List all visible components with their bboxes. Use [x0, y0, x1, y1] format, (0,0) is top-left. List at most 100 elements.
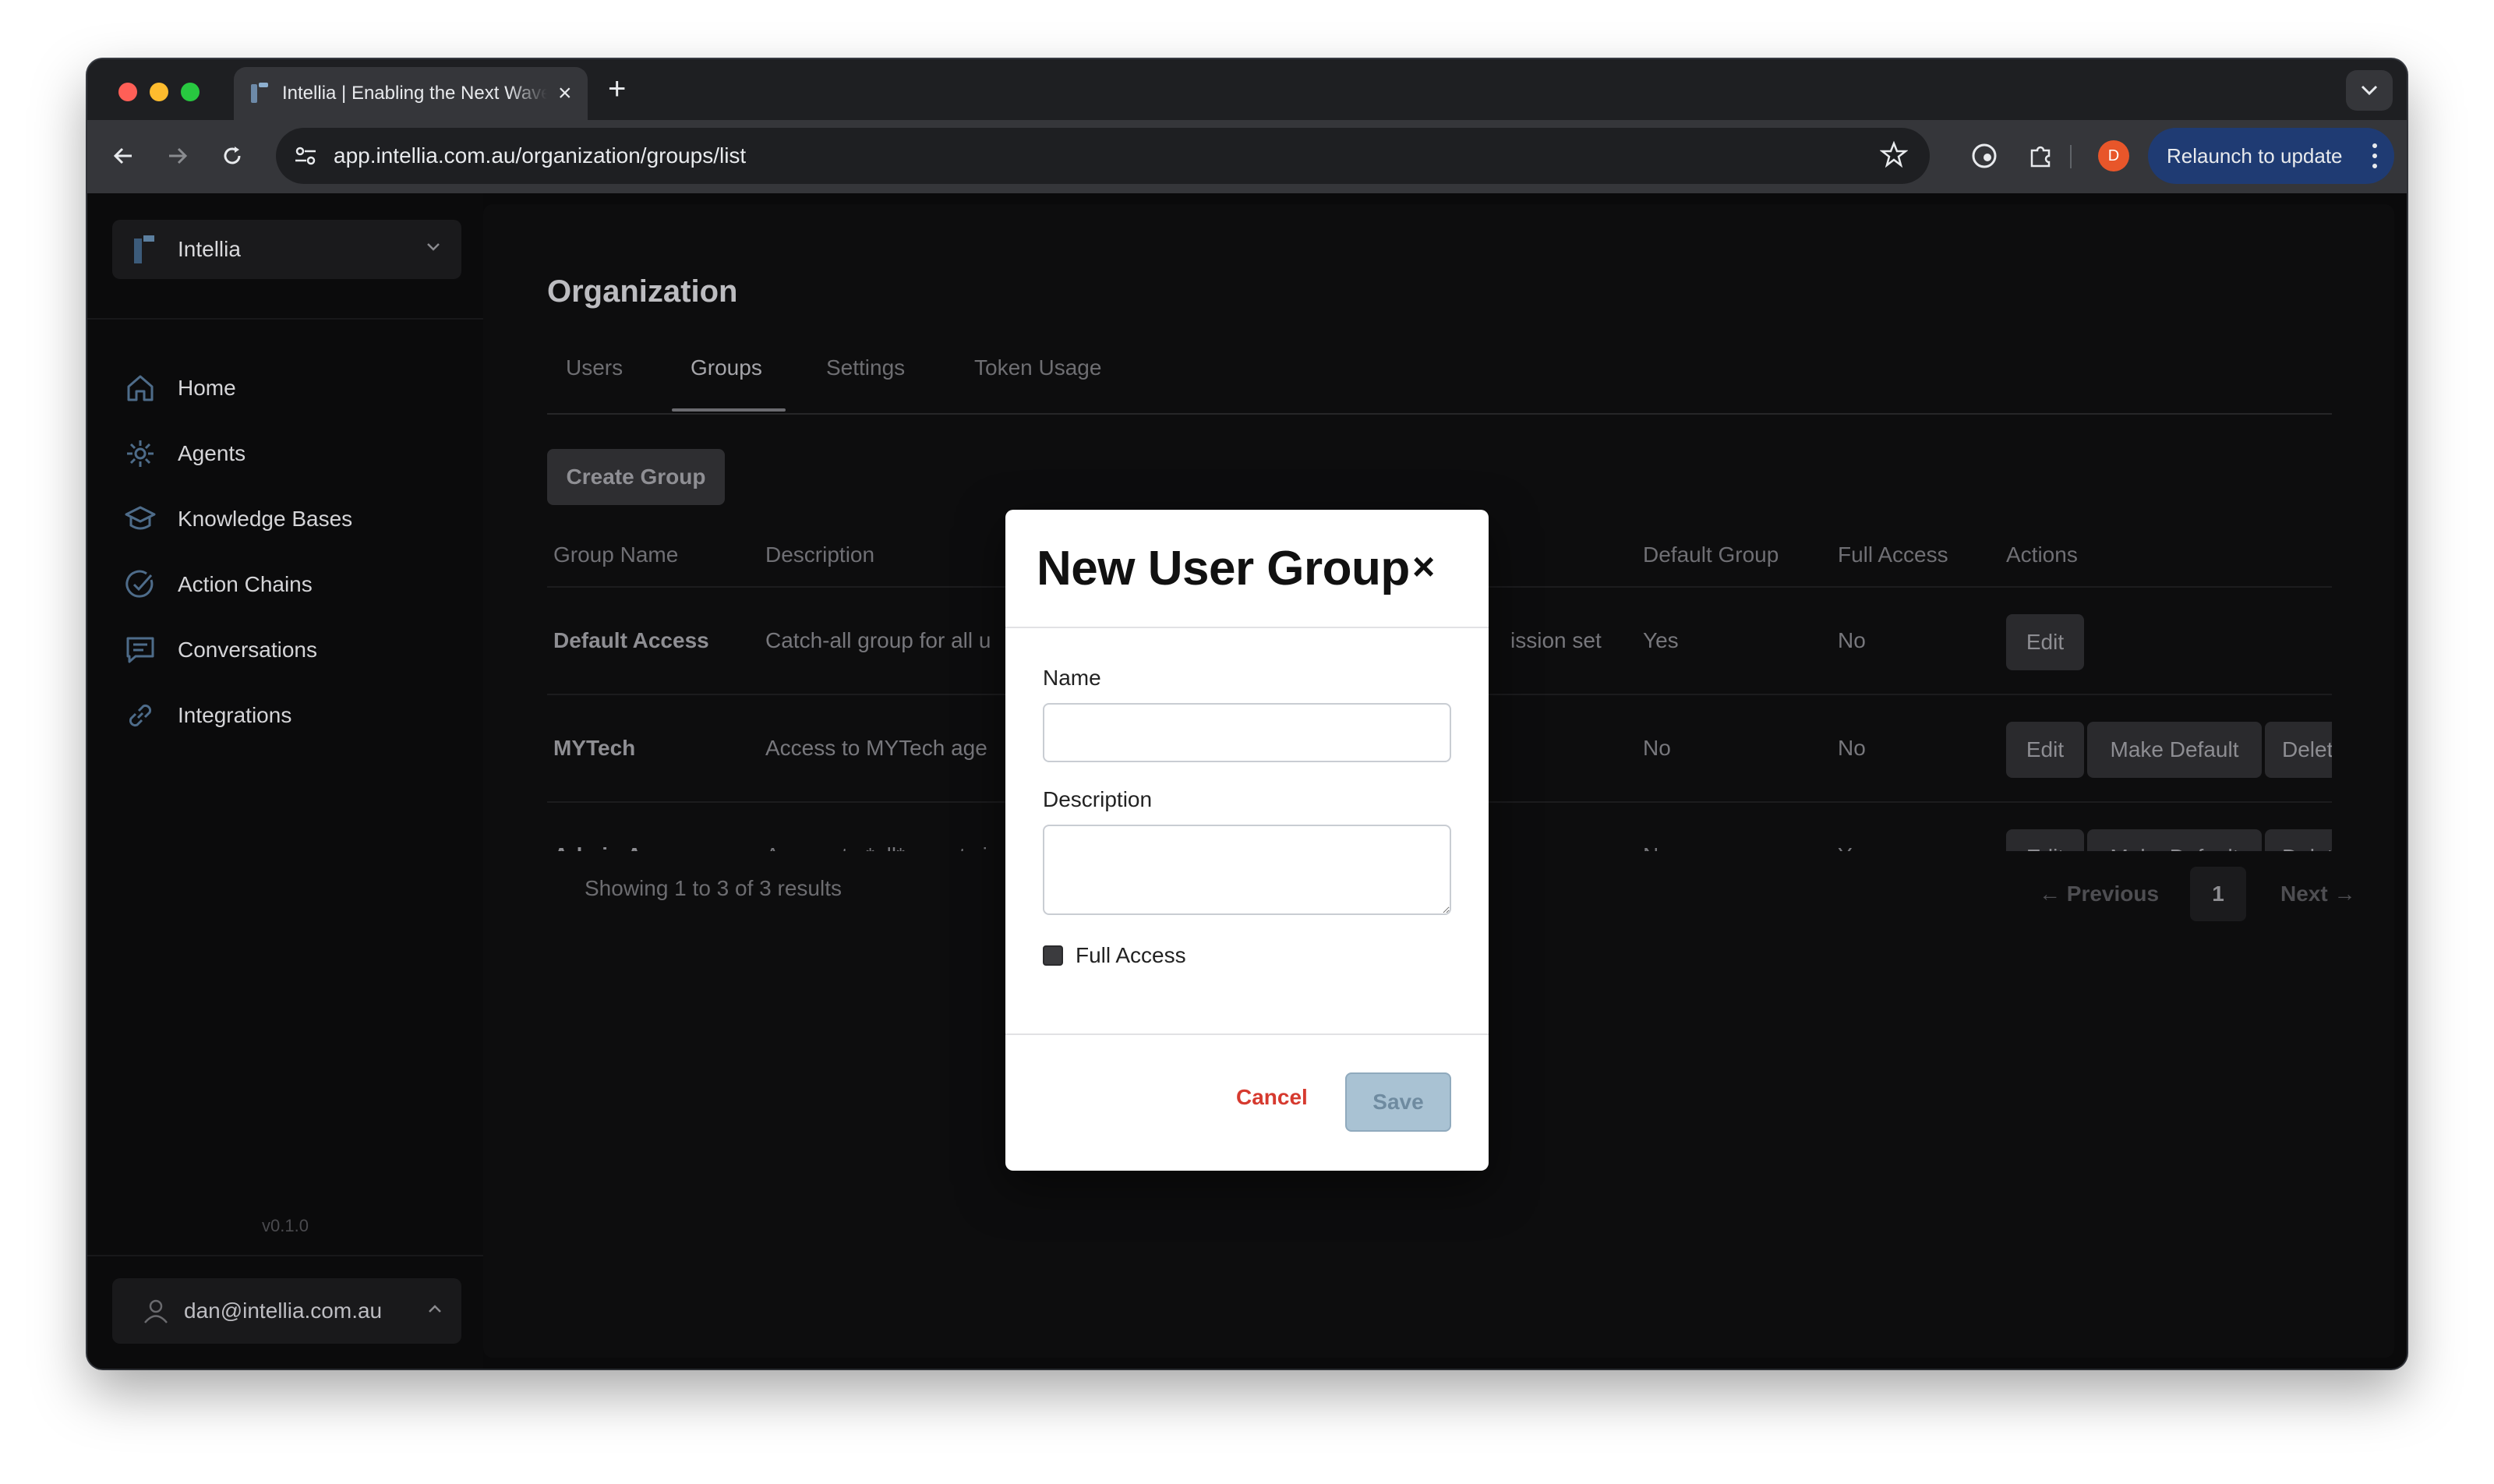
sidebar-nav: Home Agents Knowledge Bases Action Chain…: [123, 355, 352, 748]
group-description: Catch-all group for all u: [765, 628, 991, 652]
default-group-value: Yes: [1643, 628, 1679, 652]
org-switcher[interactable]: Intellia: [112, 220, 461, 279]
delete-button[interactable]: Delete: [2265, 722, 2332, 778]
browser-window: Intellia | Enabling the Next Wave × + ap…: [87, 59, 2407, 1369]
knowledge-bases-icon: [123, 502, 157, 536]
name-input[interactable]: [1043, 703, 1451, 762]
user-menu[interactable]: dan@intellia.com.au: [112, 1278, 461, 1344]
tab-strip: Intellia | Enabling the Next Wave × +: [87, 59, 2407, 120]
chevron-down-icon: [2361, 85, 2378, 96]
reload-icon[interactable]: [210, 134, 254, 178]
save-button[interactable]: Save: [1345, 1072, 1451, 1132]
sidebar-item-integrations[interactable]: Integrations: [123, 683, 352, 748]
sidebar-item-home[interactable]: Home: [123, 355, 352, 421]
maximize-window-button[interactable]: [181, 83, 200, 101]
close-icon[interactable]: ×: [1412, 547, 1435, 586]
sidebar-item-label: Home: [178, 376, 236, 400]
modal-divider: [1005, 1034, 1489, 1035]
app-version: v0.1.0: [262, 1216, 309, 1235]
minimize-window-button[interactable]: [150, 83, 168, 101]
modal-divider: [1005, 627, 1489, 628]
full-access-checkbox[interactable]: [1043, 945, 1063, 966]
results-summary: Showing 1 to 3 of 3 results: [585, 876, 842, 900]
url-text: app.intellia.com.au/organization/groups/…: [334, 143, 747, 168]
cancel-button[interactable]: Cancel: [1236, 1085, 1308, 1110]
edit-button[interactable]: Edit: [2006, 829, 2084, 851]
full-access-value: No: [1838, 628, 1866, 652]
close-window-button[interactable]: [118, 83, 137, 101]
default-group-value: No: [1643, 843, 1671, 851]
new-tab-icon[interactable]: +: [608, 73, 626, 104]
page-number-button[interactable]: 1: [2190, 867, 2246, 921]
site-settings-icon[interactable]: [290, 140, 321, 171]
edit-button[interactable]: Edit: [2006, 722, 2084, 778]
description-textarea[interactable]: [1043, 825, 1451, 915]
action-chains-icon: [123, 567, 157, 602]
sidebar-item-label: Knowledge Bases: [178, 507, 353, 531]
more-menu-icon[interactable]: [2372, 143, 2377, 168]
make-default-button[interactable]: Make Default: [2087, 722, 2262, 778]
group-name: MYTech: [553, 736, 636, 760]
chevron-down-icon: [427, 243, 440, 251]
tab-token-usage[interactable]: Token Usage: [974, 355, 1101, 380]
make-default-button[interactable]: Make Default: [2087, 829, 2262, 851]
tab-users[interactable]: Users: [566, 355, 623, 380]
sidebar-item-label: Action Chains: [178, 572, 313, 596]
conversations-icon: [123, 633, 157, 667]
sidebar-item-label: Conversations: [178, 638, 317, 662]
integrations-icon: [123, 698, 157, 733]
active-tab-indicator: [672, 408, 786, 412]
modal-title: New User Group: [1037, 542, 1410, 595]
profile-avatar[interactable]: D: [2098, 140, 2129, 171]
forward-icon[interactable]: [156, 134, 200, 178]
browser-toolbar: app.intellia.com.au/organization/groups/…: [87, 120, 2407, 193]
group-description: Access to MYTech age: [765, 736, 987, 760]
sidebar-item-knowledge-bases[interactable]: Knowledge Bases: [123, 486, 352, 552]
sidebar-item-conversations[interactable]: Conversations: [123, 617, 352, 683]
sidebar-item-label: Integrations: [178, 703, 292, 727]
tab-settings[interactable]: Settings: [826, 355, 905, 380]
delete-button[interactable]: Delete: [2265, 829, 2332, 851]
intellia-logo-icon: [131, 235, 154, 263]
full-access-label: Full Access: [1076, 943, 1186, 967]
group-name: Admin Access: [553, 843, 703, 851]
group-name: Default Access: [553, 628, 709, 652]
extension-icon[interactable]: [1966, 137, 2003, 175]
sidebar-item-label: Agents: [178, 441, 246, 465]
sidebar-divider: [87, 1255, 483, 1256]
extensions-puzzle-icon[interactable]: [2022, 137, 2059, 175]
org-tabs: Users Groups Settings Token Usage: [547, 344, 2332, 415]
bookmark-star-icon[interactable]: [1879, 140, 1909, 172]
previous-page-button[interactable]: ← Previous: [2039, 867, 2159, 921]
relaunch-label: Relaunch to update: [2167, 143, 2343, 168]
default-group-value: No: [1643, 736, 1671, 760]
column-header: Group Name: [553, 542, 679, 567]
app-root: Intellia Home Agents Knowledge Bases Act…: [87, 193, 2407, 1369]
tab-groups[interactable]: Groups: [691, 355, 762, 380]
chevron-up-icon: [429, 1305, 441, 1313]
intellia-favicon-icon: [249, 83, 270, 104]
full-access-value: No: [1838, 736, 1866, 760]
column-header: Full Access: [1838, 542, 1948, 567]
column-header: Actions: [2006, 542, 2078, 567]
sidebar-item-agents[interactable]: Agents: [123, 421, 352, 486]
sidebar-item-action-chains[interactable]: Action Chains: [123, 552, 352, 617]
column-header: Description: [765, 542, 875, 567]
full-access-row: Full Access: [1043, 943, 1186, 968]
name-label: Name: [1043, 666, 1101, 690]
browser-tab[interactable]: Intellia | Enabling the Next Wave ×: [234, 67, 588, 120]
tab-close-icon[interactable]: ×: [558, 82, 572, 105]
page-title: Organization: [547, 274, 738, 309]
toolbar-divider: [2070, 145, 2072, 168]
back-icon[interactable]: [101, 134, 145, 178]
edit-button[interactable]: Edit: [2006, 614, 2084, 670]
description-label: Description: [1043, 787, 1153, 811]
address-bar[interactable]: app.intellia.com.au/organization/groups/…: [276, 128, 1930, 184]
create-group-button[interactable]: Create Group: [547, 449, 725, 505]
tab-title: Intellia | Enabling the Next Wave: [282, 83, 547, 104]
tab-search-button[interactable]: [2346, 70, 2393, 111]
relaunch-button[interactable]: Relaunch to update: [2148, 128, 2394, 184]
next-page-button[interactable]: Next →: [2280, 867, 2355, 921]
user-email: dan@intellia.com.au: [184, 1298, 383, 1323]
user-icon: [144, 1299, 168, 1323]
